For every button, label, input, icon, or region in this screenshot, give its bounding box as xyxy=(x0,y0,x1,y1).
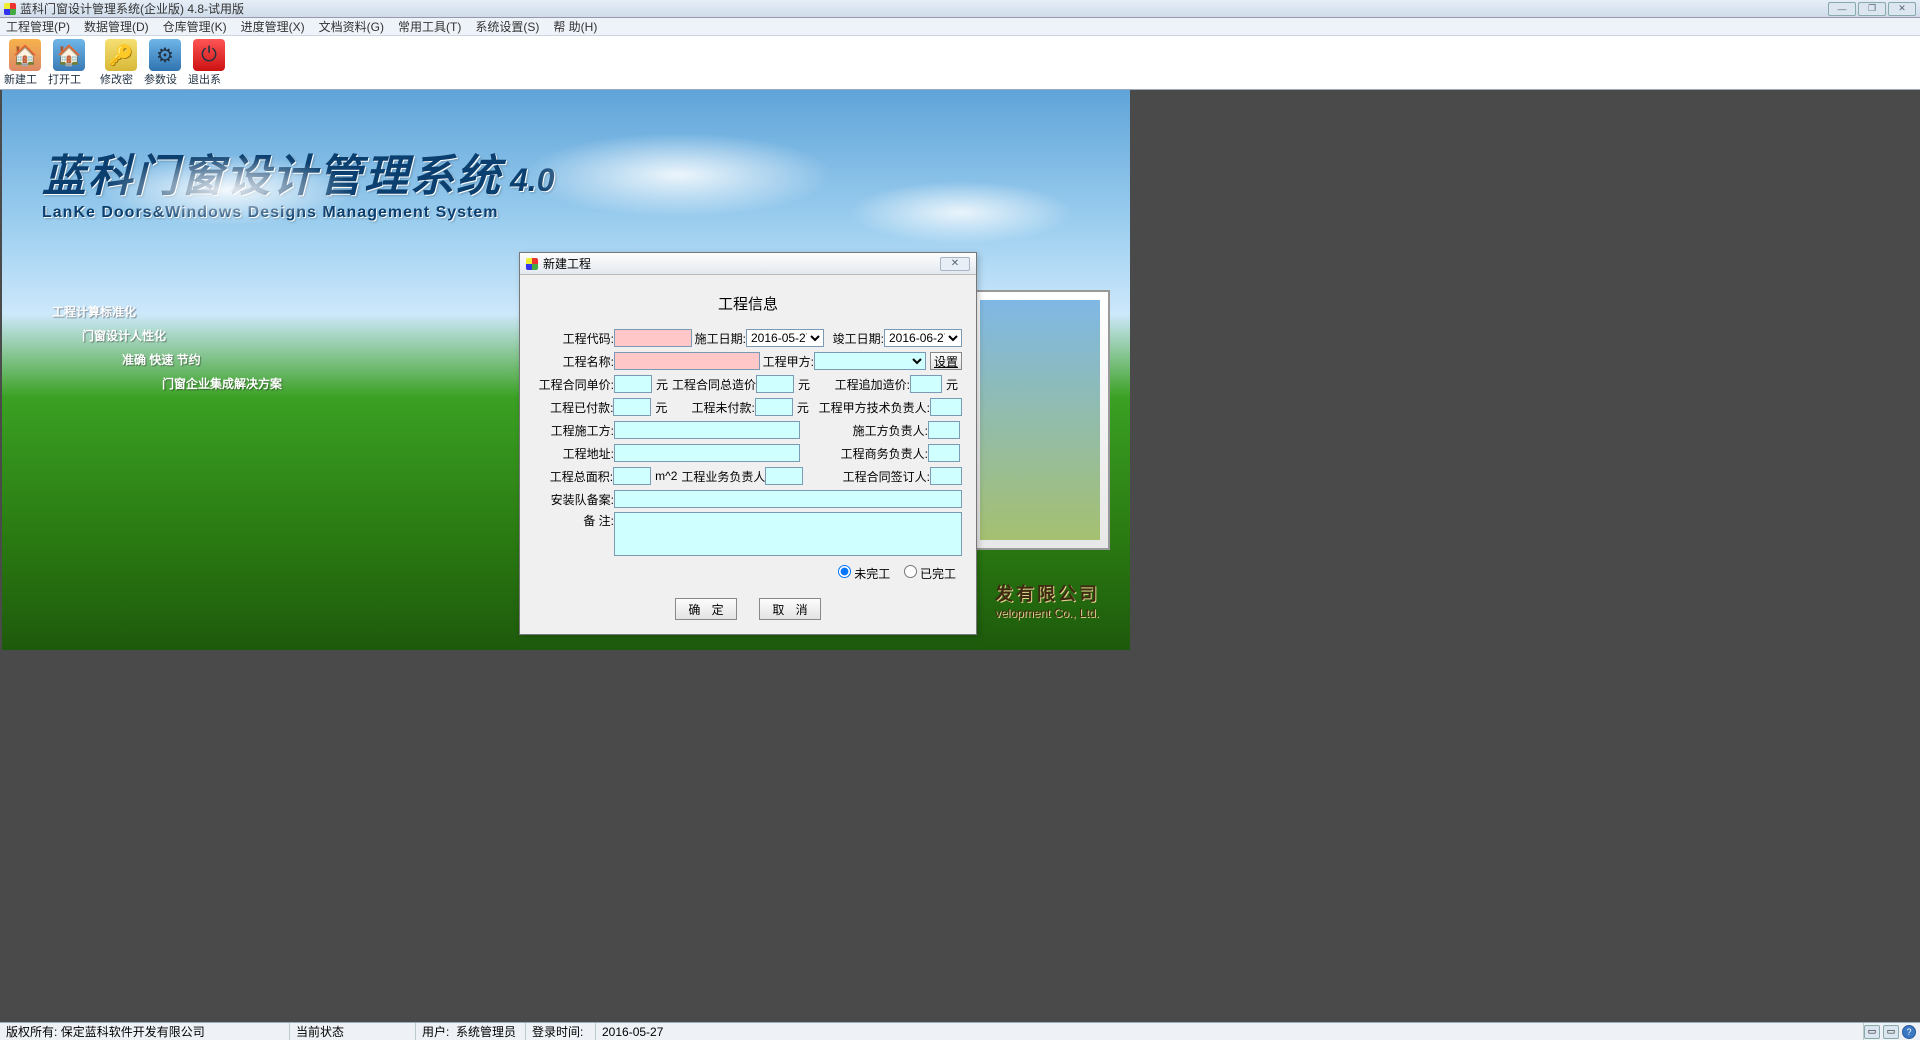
menu-settings[interactable]: 系统设置(S) xyxy=(475,18,539,35)
tray-icon-2[interactable]: ▭ xyxy=(1883,1025,1899,1039)
input-total-price[interactable] xyxy=(756,375,794,393)
label-address: 工程地址: xyxy=(534,445,614,462)
label-add-price: 工程追加造价: xyxy=(814,376,910,393)
radio-finished[interactable]: 已完工 xyxy=(904,567,956,581)
input-paid[interactable] xyxy=(613,398,651,416)
app-logo-icon xyxy=(4,3,16,15)
power-icon: ⏻ xyxy=(193,39,225,71)
input-sales-leader[interactable] xyxy=(765,467,803,485)
folder-icon: 🏠 xyxy=(53,39,85,71)
input-tech-leader[interactable] xyxy=(930,398,962,416)
status-radio-group: 未完工 已完工 xyxy=(534,559,962,582)
label-unpaid: 工程未付款: xyxy=(671,399,754,416)
party-a-set-button[interactable]: 设置 xyxy=(930,352,962,370)
status-bar: 版权所有: 保定蓝科软件开发有限公司 当前状态 用户: 系统管理员 登录时间: … xyxy=(0,1022,1920,1040)
label-unit-price: 工程合同单价: xyxy=(534,376,614,393)
workspace: 蓝科门窗设计管理系统4.0 LanKe Doors&Windows Design… xyxy=(0,90,1920,1022)
key-icon: 🔑 xyxy=(105,39,137,71)
ok-button[interactable]: 确 定 xyxy=(675,598,737,620)
splash-title: 蓝科门窗设计管理系统4.0 LanKe Doors&Windows Design… xyxy=(42,140,554,222)
gear-icon: ⚙ xyxy=(149,39,181,71)
company-label: 发有限公司 velopment Co., Ltd. xyxy=(995,580,1100,620)
status-user: 系统管理员 xyxy=(456,1023,516,1040)
close-window-button[interactable]: ✕ xyxy=(1888,2,1916,16)
input-unpaid[interactable] xyxy=(755,398,793,416)
label-paid: 工程已付款: xyxy=(534,399,613,416)
status-login-time: 2016-05-27 xyxy=(602,1025,663,1039)
window-titlebar: 蓝科门窗设计管理系统(企业版) 4.8-试用版 — ❐ ✕ xyxy=(0,0,1920,18)
menu-warehouse[interactable]: 仓库管理(K) xyxy=(163,18,227,35)
select-end-date[interactable]: 2016-06-27 xyxy=(884,329,962,347)
window-illustration xyxy=(970,290,1110,550)
status-copyright: 保定蓝科软件开发有限公司 xyxy=(61,1023,205,1040)
main-toolbar: 🏠新建工程 🏠打开工程 🔑修改密码 ⚙参数设置 ⏻退出系统 xyxy=(0,36,1920,90)
label-remark: 备 注: xyxy=(534,512,614,529)
dialog-title: 新建工程 xyxy=(543,255,591,272)
splash-slogans: 工程计算标准化 门窗设计人性化 准确 快速 节约 门窗企业集成解决方案 xyxy=(52,300,282,396)
label-total-price: 工程合同总造价: xyxy=(672,376,756,393)
menu-tools[interactable]: 常用工具(T) xyxy=(398,18,461,35)
menu-bar: 工程管理(P) 数据管理(D) 仓库管理(K) 进度管理(X) 文档资料(G) … xyxy=(0,18,1920,36)
cancel-button[interactable]: 取 消 xyxy=(759,598,821,620)
input-biz-leader[interactable] xyxy=(928,444,960,462)
dialog-titlebar[interactable]: 新建工程 ✕ xyxy=(520,253,976,275)
label-const-leader: 施工方负责人: xyxy=(800,422,928,439)
maximize-button[interactable]: ❐ xyxy=(1858,2,1886,16)
textarea-remark[interactable] xyxy=(614,512,962,556)
dialog-close-button[interactable]: ✕ xyxy=(940,257,970,271)
menu-project[interactable]: 工程管理(P) xyxy=(6,18,70,35)
window-title: 蓝科门窗设计管理系统(企业版) 4.8-试用版 xyxy=(20,0,244,17)
input-address[interactable] xyxy=(614,444,800,462)
input-add-price[interactable] xyxy=(910,375,942,393)
menu-help[interactable]: 帮 助(H) xyxy=(553,18,597,35)
label-name: 工程名称: xyxy=(534,353,614,370)
select-party-a[interactable] xyxy=(814,352,926,370)
new-project-dialog: 新建工程 ✕ 工程信息 工程代码: 施工日期: 2016-05-27 竣工日期:… xyxy=(519,252,977,635)
radio-unfinished[interactable]: 未完工 xyxy=(838,567,890,581)
minimize-button[interactable]: — xyxy=(1828,2,1856,16)
label-sign-leader: 工程合同签订人: xyxy=(803,468,930,485)
label-end-date: 竣工日期: xyxy=(824,330,884,347)
label-biz-leader: 工程商务负责人: xyxy=(800,445,928,462)
status-state-label: 当前状态 xyxy=(296,1023,344,1040)
label-area: 工程总面积: xyxy=(534,468,613,485)
input-install[interactable] xyxy=(614,490,962,508)
label-code: 工程代码: xyxy=(534,330,614,347)
tray-help-icon[interactable]: ? xyxy=(1902,1025,1916,1039)
menu-docs[interactable]: 文档资料(G) xyxy=(319,18,384,35)
label-constructor: 工程施工方: xyxy=(534,422,614,439)
input-const-leader[interactable] xyxy=(928,421,960,439)
label-sales-leader: 工程业务负责人: xyxy=(681,468,765,485)
input-constructor[interactable] xyxy=(614,421,800,439)
label-install: 安装队备案: xyxy=(534,491,614,508)
input-area[interactable] xyxy=(613,467,651,485)
menu-progress[interactable]: 进度管理(X) xyxy=(241,18,305,35)
input-code[interactable] xyxy=(614,329,692,347)
input-name[interactable] xyxy=(614,352,760,370)
home-icon: 🏠 xyxy=(9,39,41,71)
label-tech-leader: 工程甲方技术负责人: xyxy=(813,399,930,416)
input-unit-price[interactable] xyxy=(614,375,652,393)
label-party-a: 工程甲方: xyxy=(760,353,814,370)
dialog-heading: 工程信息 xyxy=(534,285,962,328)
select-start-date[interactable]: 2016-05-27 xyxy=(746,329,824,347)
dialog-logo-icon xyxy=(526,258,538,270)
label-start-date: 施工日期: xyxy=(692,330,746,347)
input-sign-leader[interactable] xyxy=(930,467,962,485)
status-tray: ▭ ▭ ? xyxy=(1864,1025,1920,1039)
tray-icon-1[interactable]: ▭ xyxy=(1864,1025,1880,1039)
menu-data[interactable]: 数据管理(D) xyxy=(84,18,149,35)
